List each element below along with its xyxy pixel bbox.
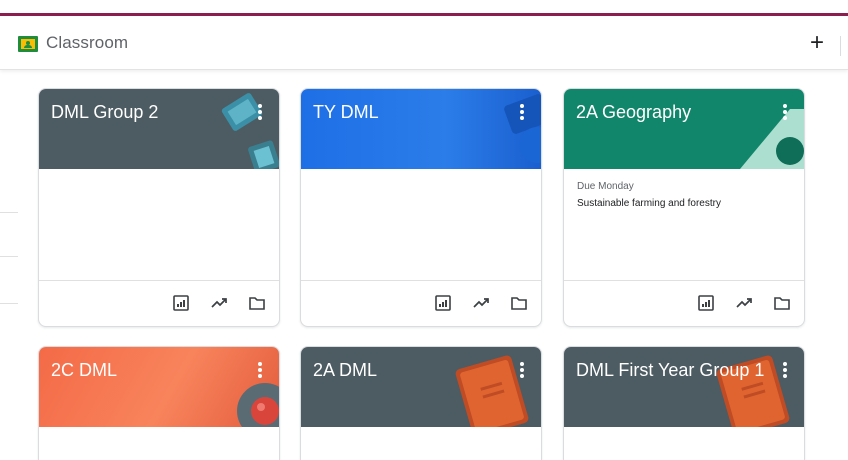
browser-accent-stripe	[0, 0, 848, 16]
add-class-button[interactable]: +	[804, 31, 830, 57]
class-card-body: Due Monday Sustainable farming and fores…	[564, 169, 804, 281]
class-card-footer	[39, 281, 279, 325]
due-label: Due Monday	[577, 181, 634, 192]
class-title[interactable]: 2A DML	[313, 360, 377, 381]
classroom-logo-icon[interactable]	[18, 36, 38, 52]
class-card-header[interactable]: 2A DML	[301, 347, 541, 427]
class-card[interactable]: DML Group 2	[38, 88, 280, 327]
class-card[interactable]: DML First Year Group 1	[563, 346, 805, 460]
book-illustration	[716, 355, 790, 427]
class-title[interactable]: DML First Year Group 1	[576, 360, 764, 381]
class-title[interactable]: TY DML	[313, 102, 379, 123]
app-bar: Classroom +	[0, 16, 848, 70]
side-rail-divider	[0, 256, 18, 257]
class-card-header[interactable]: 2A Geography	[564, 89, 804, 169]
gradebook-icon[interactable]	[171, 293, 191, 313]
class-banner-illustration	[237, 383, 279, 427]
more-options-icon[interactable]	[515, 102, 529, 124]
more-options-icon[interactable]	[253, 360, 267, 382]
class-banner-illustration	[504, 94, 541, 163]
class-card[interactable]: 2C DML	[38, 346, 280, 460]
folder-icon[interactable]	[509, 293, 529, 313]
class-title[interactable]: 2C DML	[51, 360, 117, 381]
book-illustration	[455, 355, 529, 427]
folder-icon[interactable]	[772, 293, 792, 313]
class-title[interactable]: DML Group 2	[51, 102, 158, 123]
class-card-header[interactable]: DML First Year Group 1	[564, 347, 804, 427]
trending-icon[interactable]	[734, 293, 754, 313]
more-options-icon[interactable]	[253, 102, 267, 124]
class-card-footer	[301, 281, 541, 325]
class-banner-illustration	[221, 93, 279, 169]
class-banner-illustration	[740, 109, 804, 169]
class-card-body	[301, 169, 541, 281]
more-options-icon[interactable]	[778, 102, 792, 124]
gradebook-icon[interactable]	[433, 293, 453, 313]
trending-icon[interactable]	[209, 293, 229, 313]
app-title[interactable]: Classroom	[46, 33, 128, 53]
class-card-header[interactable]: DML Group 2	[39, 89, 279, 169]
class-card-header[interactable]: TY DML	[301, 89, 541, 169]
class-title[interactable]: 2A Geography	[576, 102, 691, 123]
class-card[interactable]: TY DML	[300, 88, 542, 327]
class-card[interactable]: 2A Geography Due Monday Sustainable farm…	[563, 88, 805, 327]
class-card-header[interactable]: 2C DML	[39, 347, 279, 427]
more-options-icon[interactable]	[515, 360, 529, 382]
class-card-body	[39, 169, 279, 281]
due-assignment-link[interactable]: Sustainable farming and forestry	[577, 198, 721, 209]
side-rail-divider	[0, 303, 18, 304]
gradebook-icon[interactable]	[696, 293, 716, 313]
class-card[interactable]: 2A DML	[300, 346, 542, 460]
side-rail-divider	[0, 212, 18, 213]
folder-icon[interactable]	[247, 293, 267, 313]
class-card-footer	[564, 281, 804, 325]
apps-edge	[840, 36, 848, 56]
more-options-icon[interactable]	[778, 360, 792, 382]
trending-icon[interactable]	[471, 293, 491, 313]
